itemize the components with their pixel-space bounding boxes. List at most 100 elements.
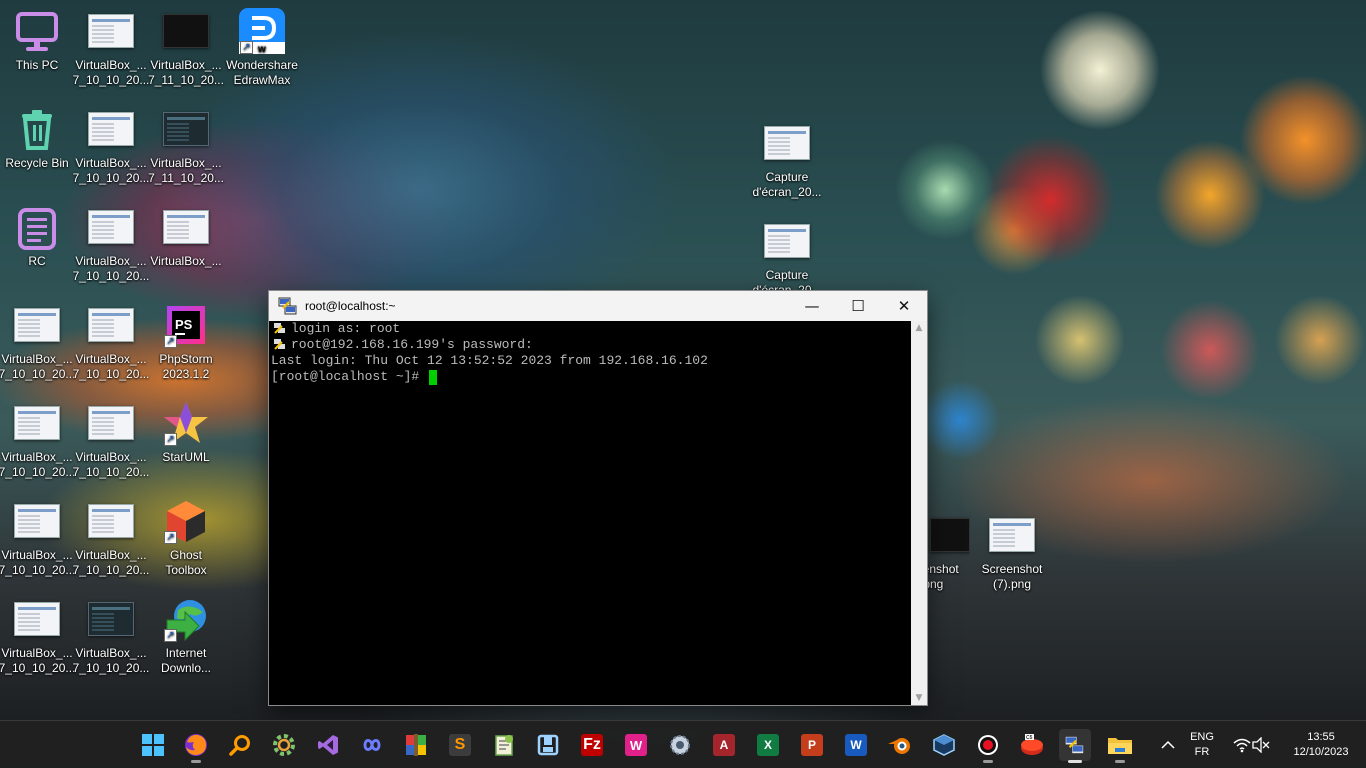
scroll-up-icon[interactable]: ▲ [911, 321, 927, 335]
close-icon: ✕ [897, 297, 911, 315]
desktop-icon-edrawmax[interactable]: w ↗ Wondershare EdrawMax [224, 2, 300, 94]
desktop-icon-virtualbox-file[interactable]: VirtualBox_... 7_10_10_20... [73, 590, 149, 682]
desktop-icon-label: This PC [15, 58, 59, 72]
scroll-down-icon[interactable]: ▼ [911, 691, 927, 705]
putty-terminal-window[interactable]: root@localhost:~ — ☐ ✕ login as: root ro… [268, 290, 928, 706]
desktop-icon-virtualbox-file[interactable]: VirtualBox_... 7_10_10_20... [73, 2, 149, 94]
maximize-button[interactable]: ☐ [835, 291, 881, 321]
taskbar-file-explorer[interactable] [1104, 729, 1136, 763]
excel-icon: X [757, 734, 779, 756]
desktop-icon-rc[interactable]: RC [0, 198, 74, 290]
desktop-icon-virtualbox-file[interactable]: VirtualBox_... 7_10_10_20... [72, 394, 150, 486]
monitor-icon [13, 8, 61, 54]
language-indicator[interactable]: ENG FR [1184, 730, 1220, 760]
visual-studio-icon [318, 735, 338, 755]
image-thumbnail-icon [87, 302, 135, 348]
taskbar-sublime-text[interactable]: S [444, 729, 476, 761]
taskbar-blender[interactable] [884, 729, 916, 761]
desktop-icon-label: VirtualBox_... 7_10_10_20... [72, 450, 150, 479]
taskbar-gear-app[interactable] [664, 729, 696, 761]
recycle-bin-icon [13, 106, 61, 152]
desktop-icon-virtualbox-file[interactable]: VirtualBox_... 7_10_10_20... [0, 394, 76, 486]
desktop-icon-phpstorm[interactable]: PS ↗ PhpStorm 2023.1.2 [149, 296, 223, 388]
desktop-icon-virtualbox-file[interactable]: VirtualBox_... 7_10_10_20... [0, 492, 76, 584]
window-titlebar[interactable]: root@localhost:~ — ☐ ✕ [269, 291, 927, 321]
desktop-icon-this-pc[interactable]: This PC [0, 2, 74, 94]
desktop-icon-virtualbox-file[interactable]: VirtualBox_... 7_10_10_20... [72, 492, 150, 584]
document-list-icon [13, 204, 61, 250]
show-hidden-icons-button[interactable] [1152, 729, 1184, 761]
gear-app-icon [670, 735, 690, 755]
taskbar-putty[interactable] [1059, 729, 1091, 763]
desktop-icon-screenshot-7[interactable]: Screenshot (7).png [975, 512, 1049, 604]
shortcut-arrow-icon: ↗ [164, 335, 177, 348]
shortcut-arrow-icon: ↗ [164, 629, 177, 642]
taskbar-recorder[interactable] [972, 729, 1004, 763]
image-thumbnail-icon [87, 596, 135, 642]
file-explorer-icon [1108, 738, 1132, 754]
taskbar-excel[interactable]: X [752, 729, 784, 761]
vertical-scrollbar[interactable]: ▲ ▼ [911, 321, 927, 705]
terminal-cursor [429, 369, 438, 385]
image-thumbnail-icon [13, 596, 61, 642]
taskbar-firefox[interactable] [180, 729, 212, 763]
desktop-icon-label: VirtualBox_... 7_10_10_20... [72, 352, 150, 381]
desktop-icon-virtualbox-file[interactable]: VirtualBox_... 7_11_10_20... [148, 100, 224, 192]
taskbar-search[interactable] [224, 729, 256, 761]
word-icon: W [845, 734, 867, 756]
desktop-icon-virtualbox-file[interactable]: VirtualBox_... 7_10_10_20... [73, 100, 149, 192]
desktop-icon-virtualbox-file[interactable]: VirtualBox_... 7_10_10_20... [0, 590, 76, 682]
taskbar-settings[interactable] [268, 729, 300, 761]
notepad-plus-plus-icon [495, 735, 513, 756]
taskbar-box-app[interactable] [532, 729, 564, 761]
taskbar-virtualbox[interactable] [928, 729, 960, 761]
taskbar-infinity-app[interactable] [356, 729, 388, 761]
desktop-icon-label: VirtualBox_... 7_10_10_20... [0, 450, 76, 479]
terminal-screen[interactable]: login as: root root@192.168.16.199's pas… [269, 321, 912, 705]
desktop-icon-virtualbox-file[interactable]: VirtualBox_... [149, 198, 223, 290]
image-thumbnail-icon [988, 512, 1036, 558]
image-thumbnail-icon [87, 106, 135, 152]
window-title: root@localhost:~ [305, 299, 396, 313]
desktop-icon-label: VirtualBox_... 7_11_10_20... [148, 58, 224, 87]
infinity-icon [363, 739, 381, 751]
putty-icon [1064, 735, 1085, 755]
taskbar-word[interactable]: W [840, 729, 872, 761]
desktop-icon-virtualbox-file[interactable]: VirtualBox_... 7_10_10_20... [73, 198, 149, 290]
clock[interactable]: 13:55 12/10/2023 [1282, 730, 1360, 760]
desktop-icon-ghost-toolbox[interactable]: ↗ Ghost Toolbox [149, 492, 223, 584]
taskbar-filezilla[interactable]: Fz [576, 729, 608, 761]
desktop-icon-recycle-bin[interactable]: Recycle Bin [0, 100, 74, 192]
taskbar-winrar[interactable] [400, 729, 432, 761]
desktop-icon-internet-download-manager[interactable]: ↗ Internet Downlo... [149, 590, 223, 682]
taskbar-notepad-plus-plus[interactable] [488, 729, 520, 761]
image-thumbnail-icon [162, 8, 210, 54]
volume-tray[interactable] [1248, 729, 1274, 761]
desktop-icon-virtualbox-file[interactable]: VirtualBox_... 7_11_10_20... [148, 2, 224, 94]
running-indicator [1115, 760, 1125, 763]
desktop-icon-staruml[interactable]: ↗ StarUML [149, 394, 223, 486]
desktop-icon-virtualbox-file[interactable]: VirtualBox_... 7_10_10_20... [72, 296, 150, 388]
desktop-icon-label: VirtualBox_... 7_10_10_20... [72, 548, 150, 577]
taskbar-powerpoint[interactable]: P [796, 729, 828, 761]
desktop-icon-label: PhpStorm 2023.1.2 [159, 352, 213, 381]
minimize-button[interactable]: — [789, 291, 835, 321]
desktop-icon-label: VirtualBox_... 7_10_10_20... [0, 646, 76, 675]
terminal-line: root@192.168.16.199's password: [271, 337, 910, 353]
terminal-prompt: [root@localhost ~]# [271, 369, 428, 384]
winrar-icon [406, 734, 426, 756]
desktop-icon-label: VirtualBox_... 7_10_10_20... [0, 352, 76, 381]
taskbar-access[interactable]: A [708, 729, 740, 761]
desktop-icon-label: VirtualBox_... 7_10_10_20... [0, 548, 76, 577]
desktop-icon-label: Capture d'écran_20... [752, 170, 822, 199]
desktop-icon-capture-file[interactable]: Capture d'écran_20... [750, 120, 824, 212]
taskbar-wampserver[interactable]: W [620, 729, 652, 761]
terminal-line-text: login as: root [291, 321, 401, 336]
taskbar-cs-app[interactable]: C5 [1016, 729, 1048, 761]
close-button[interactable]: ✕ [881, 291, 927, 321]
start-button[interactable] [137, 729, 169, 761]
phpstorm-icon: PS ↗ [162, 302, 210, 348]
taskbar-visual-studio[interactable] [312, 729, 344, 761]
language-primary: ENG [1190, 731, 1214, 743]
desktop-icon-virtualbox-file[interactable]: VirtualBox_... 7_10_10_20... [0, 296, 76, 388]
